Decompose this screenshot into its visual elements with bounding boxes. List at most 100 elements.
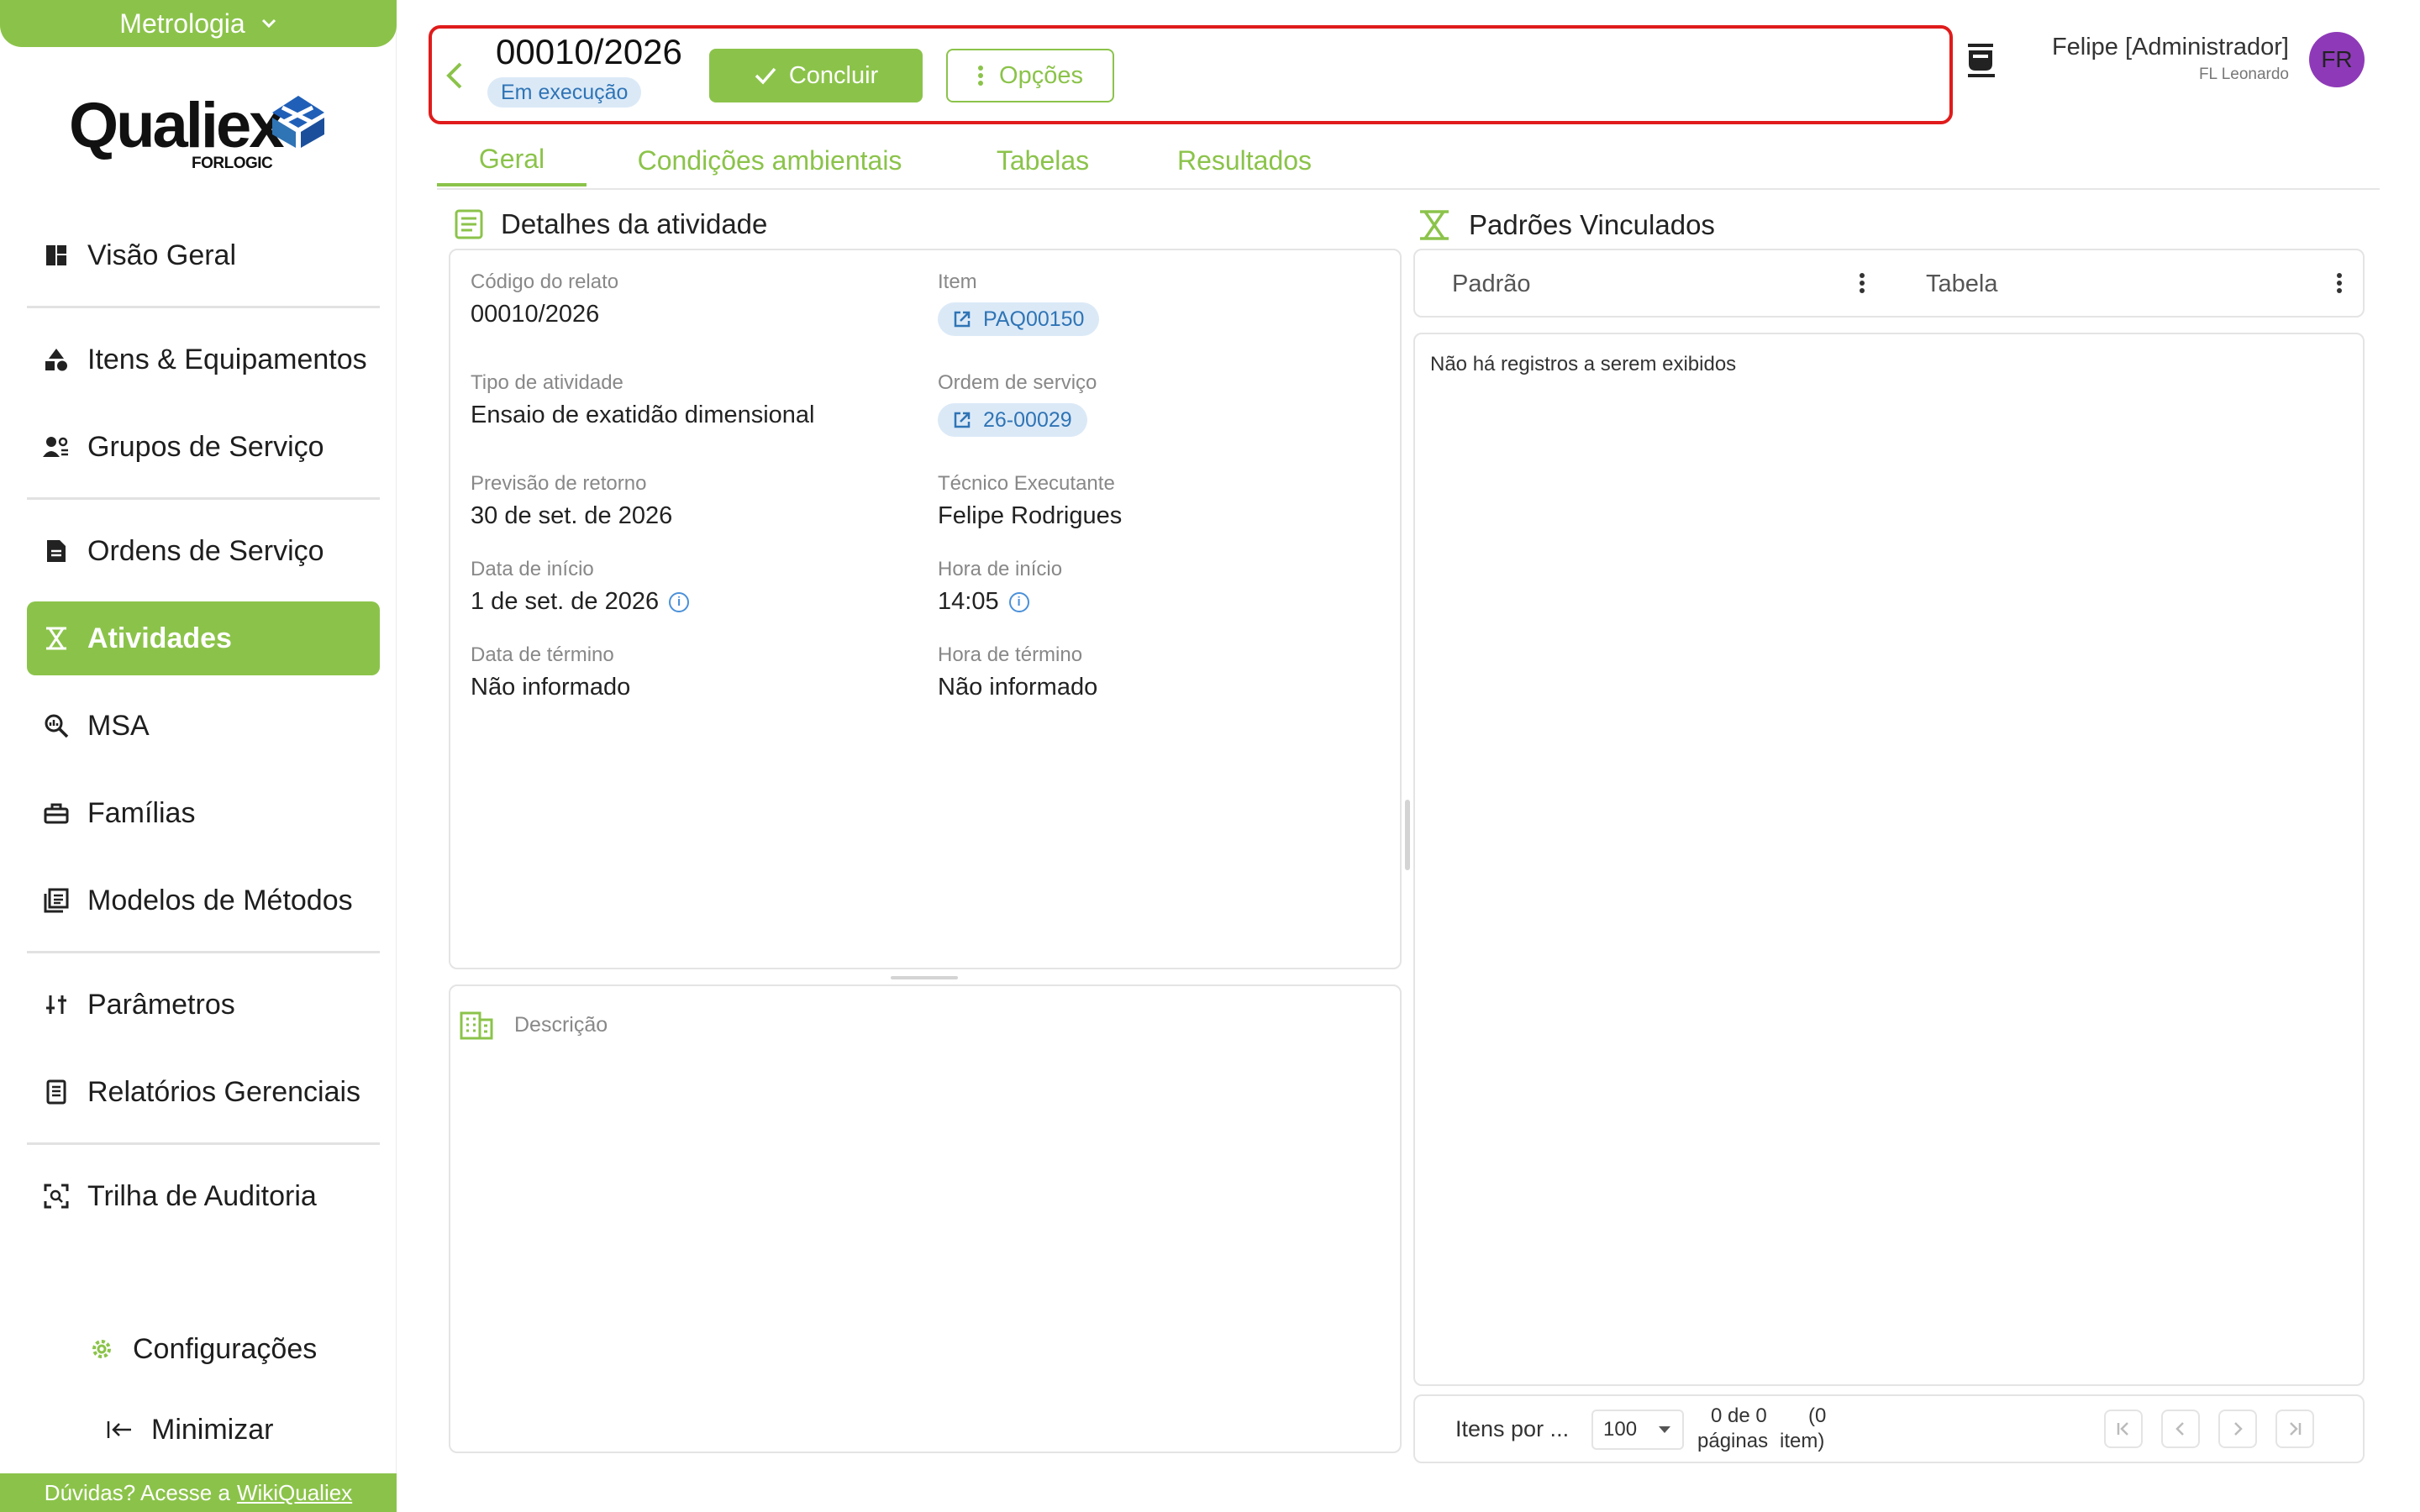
report-icon	[42, 1078, 71, 1106]
library-icon	[42, 886, 71, 915]
sidebar-item-visao-geral[interactable]: Visão Geral	[27, 218, 380, 292]
dashboard-icon	[42, 241, 71, 270]
wiki-link[interactable]: WikiQualiex	[237, 1480, 352, 1506]
tab-condicoes-ambientais[interactable]: Condições ambientais	[612, 134, 928, 186]
external-link-icon	[954, 311, 971, 328]
external-link-icon	[954, 412, 971, 428]
last-page-button[interactable]	[2275, 1410, 2314, 1448]
module-label: Metrologia	[119, 8, 245, 39]
grid-pager: Itens por ... 100 0 de 0 (0 páginas item…	[1413, 1394, 2365, 1463]
pager-pages-label: páginas	[1697, 1430, 1769, 1452]
column-header-padrao[interactable]: Padrão	[1452, 270, 1531, 298]
help-footer: Dúvidas? Acesse a WikiQualiex	[0, 1473, 397, 1512]
chevron-down-icon	[261, 18, 276, 29]
service-order-link-chip[interactable]: 26-00029	[938, 403, 1087, 437]
item-label: Item	[938, 270, 977, 293]
page-title: 00010/2026	[496, 32, 682, 71]
sidebar-item-familias[interactable]: Famílias	[27, 776, 380, 850]
sliders-icon	[42, 990, 71, 1019]
avatar[interactable]: FR	[2309, 32, 2365, 87]
sidebar-divider	[27, 951, 380, 953]
prev-page-button[interactable]	[2161, 1410, 2200, 1448]
standards-section-title: Padrões Vinculados	[1417, 208, 1715, 242]
chevron-left-icon	[2175, 1422, 2184, 1436]
info-icon[interactable]: i	[669, 591, 690, 612]
sidebar-item-relatorios[interactable]: Relatórios Gerenciais	[27, 1055, 380, 1129]
shapes-icon	[42, 345, 71, 374]
column-header-tabela[interactable]: Tabela	[1926, 270, 1997, 298]
tab-tabelas[interactable]: Tabelas	[975, 134, 1111, 186]
page-size-select[interactable]: 100	[1591, 1410, 1684, 1450]
items-per-page-label: Itens por ...	[1455, 1416, 1570, 1441]
sidebar-item-grupos-servico[interactable]: Grupos de Serviço	[27, 410, 380, 484]
technician-value: Felipe Rodrigues	[938, 502, 1123, 529]
next-page-button[interactable]	[2218, 1410, 2257, 1448]
options-button[interactable]: Opções	[946, 49, 1114, 102]
vertical-resize-handle[interactable]	[891, 976, 958, 979]
tabs-divider	[437, 188, 2380, 190]
status-badge: Em execução	[487, 77, 642, 108]
empty-grid-message: Não há registros a serem exibidos	[1430, 353, 1737, 375]
user-name: Felipe [Administrador]	[2051, 34, 2289, 60]
gear-icon	[87, 1335, 116, 1363]
technician-label: Técnico Executante	[938, 472, 1115, 495]
sidebar-item-atividades[interactable]: Atividades	[27, 601, 380, 675]
list-document-icon	[455, 209, 483, 239]
start-time-label: Hora de início	[938, 558, 1063, 580]
sidebar-item-itens-equipamentos[interactable]: Itens & Equipamentos	[27, 323, 380, 396]
back-button[interactable]	[442, 59, 467, 92]
audit-icon	[42, 1182, 71, 1210]
building-icon	[459, 1008, 494, 1040]
logo-mark-icon	[272, 96, 324, 148]
description-card[interactable]	[449, 984, 1402, 1453]
tab-resultados[interactable]: Resultados	[1165, 134, 1324, 186]
toolbox-icon	[42, 799, 71, 827]
service-order-label: Ordem de serviço	[938, 371, 1097, 394]
start-date-label: Data de início	[471, 558, 594, 580]
details-section-title: Detalhes da atividade	[454, 208, 767, 240]
conclude-button[interactable]: Concluir	[709, 49, 923, 102]
sidebar-divider	[27, 497, 380, 500]
sidebar-item-ordens-servico[interactable]: Ordens de Serviço	[27, 514, 380, 588]
start-time-value: 14:05 i	[938, 588, 1029, 616]
end-date-value: Não informado	[471, 674, 631, 701]
minimize-button[interactable]: Minimizar	[91, 1393, 334, 1467]
standards-grid-header: Padrão Tabela	[1413, 249, 2365, 318]
end-date-label: Data de término	[471, 643, 614, 666]
sidebar-divider	[27, 306, 380, 308]
module-selector[interactable]: Metrologia	[0, 0, 397, 47]
info-icon[interactable]: i	[1008, 591, 1029, 612]
sidebar-item-modelos-metodos[interactable]: Modelos de Métodos	[27, 864, 380, 937]
more-vertical-icon	[978, 66, 984, 86]
activity-icon	[1420, 210, 1449, 240]
pager-range: 0 de 0	[1711, 1404, 1767, 1427]
qualiex-logo: Qualiex FORLOGIC	[69, 89, 329, 173]
report-code-label: Código do relato	[471, 270, 619, 293]
magnify-chart-icon	[42, 711, 71, 740]
pager-range-suffix: (0	[1808, 1404, 1827, 1427]
activity-type-label: Tipo de atividade	[471, 371, 623, 394]
chevron-right-icon	[2234, 1422, 2243, 1436]
horizontal-resize-handle[interactable]	[1405, 800, 1410, 870]
start-date-value: 1 de set. de 2026 i	[471, 588, 690, 616]
column-menu-icon[interactable]	[1859, 272, 1865, 294]
sidebar-item-parametros[interactable]: Parâmetros	[27, 968, 380, 1042]
first-page-button[interactable]	[2104, 1410, 2143, 1448]
sidebar-divider	[27, 1142, 380, 1145]
caret-down-icon	[1659, 1426, 1670, 1433]
tab-geral[interactable]: Geral	[437, 134, 587, 186]
activity-type-value: Ensaio de exatidão dimensional	[471, 402, 815, 428]
chevron-left-icon	[446, 62, 462, 89]
settings-button[interactable]: Configurações	[72, 1312, 350, 1386]
coffee-cup-icon[interactable]	[1965, 40, 1998, 81]
end-time-value: Não informado	[938, 674, 1098, 701]
sidebar-item-msa[interactable]: MSA	[27, 689, 380, 763]
pager-items-label: item)	[1780, 1430, 1825, 1452]
last-page-icon	[2290, 1422, 2302, 1436]
item-link-chip[interactable]: PAQ00150	[938, 302, 1100, 336]
description-placeholder: Descrição	[514, 1013, 608, 1037]
activity-icon	[42, 624, 71, 653]
sidebar-item-trilha-auditoria[interactable]: Trilha de Auditoria	[27, 1159, 380, 1233]
column-menu-icon[interactable]	[2336, 272, 2343, 294]
end-time-label: Hora de término	[938, 643, 1083, 666]
